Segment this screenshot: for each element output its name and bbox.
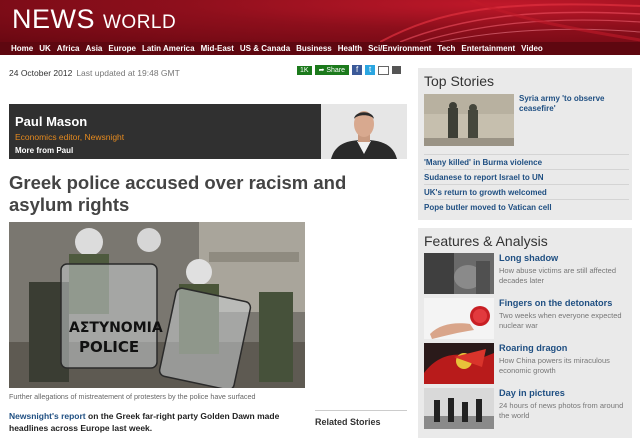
riot-shield-text-2: POLICE	[79, 338, 140, 356]
logo-section: WORLD	[103, 12, 177, 33]
author-box: Paul Mason Economics editor, Newsnight M…	[9, 104, 407, 159]
share-count: 1K	[297, 65, 312, 75]
top-stories-list: 'Many killed' in Burma violence Sudanese…	[424, 154, 629, 214]
masthead: NEWS WORLD	[0, 0, 640, 42]
features-title: Features & Analysis	[424, 233, 548, 249]
feature-desc: 24 hours of news photos from around the …	[499, 401, 624, 420]
article-date: 24 October 2012	[9, 68, 73, 78]
feature-title[interactable]: Roaring dragon	[499, 343, 567, 353]
top-story-link[interactable]: UK's return to growth welcomed	[424, 184, 629, 199]
riot-shield-text-1: ΑΣΤΥΝΟΜΙΑ	[69, 320, 163, 336]
article-main-image: ΑΣΤΥΝΟΜΙΑ POLICE	[9, 222, 305, 388]
top-story-thumbnail[interactable]	[424, 94, 514, 146]
top-story-link[interactable]: Sudanese to report Israel to UN	[424, 169, 629, 184]
feature-title[interactable]: Fingers on the detonators	[499, 298, 612, 308]
article-body-intro: Newsnight's report on the Greek far-righ…	[9, 410, 299, 434]
features-panel: Features & Analysis Long shadow How abus…	[418, 228, 632, 438]
feature-title[interactable]: Long shadow	[499, 253, 558, 263]
more-from-author-link[interactable]: More from Paul	[15, 146, 73, 155]
related-stories-heading: Related Stories	[315, 410, 407, 427]
feature-thumbnail	[424, 253, 494, 294]
feature-desc: Two weeks when everyone expected nuclear…	[499, 311, 622, 330]
nav-asia[interactable]: Asia	[85, 44, 102, 53]
nav-video[interactable]: Video	[521, 44, 543, 53]
feature-item[interactable]: Roaring dragon How China powers its mira…	[424, 343, 629, 387]
feature-desc: How China powers its miraculous economic…	[499, 356, 610, 375]
nav-us-canada[interactable]: US & Canada	[240, 44, 290, 53]
newsnight-report-link[interactable]: Newsnight's report	[9, 411, 86, 421]
nav-business[interactable]: Business	[296, 44, 332, 53]
last-updated: Last updated at 19:48 GMT	[76, 68, 180, 78]
author-role: Economics editor, Newsnight	[15, 132, 125, 142]
twitter-icon[interactable]: t	[365, 65, 376, 75]
top-story-link[interactable]: Pope butler moved to Vatican cell	[424, 199, 629, 214]
nav-entertainment[interactable]: Entertainment	[461, 44, 515, 53]
author-name[interactable]: Paul Mason	[15, 114, 87, 129]
nav-health[interactable]: Health	[338, 44, 362, 53]
image-caption: Further allegations of mistreatement of …	[9, 392, 256, 401]
facebook-icon[interactable]: f	[352, 65, 363, 75]
nav-latin-america[interactable]: Latin America	[142, 44, 195, 53]
feature-thumbnail	[424, 298, 494, 339]
email-icon[interactable]	[378, 65, 390, 75]
feature-thumbnail	[424, 343, 494, 384]
masthead-swirl-graphic	[380, 0, 640, 42]
nav-tech[interactable]: Tech	[437, 44, 455, 53]
dateline: 24 October 2012 Last updated at 19:48 GMT	[9, 68, 180, 78]
feature-item[interactable]: Fingers on the detonators Two weeks when…	[424, 298, 629, 342]
top-story-lead-link[interactable]: Syria army 'to observe ceasefire'	[519, 94, 629, 114]
share-label: Share	[326, 67, 346, 74]
section-nav: Home UK Africa Asia Europe Latin America…	[0, 42, 640, 55]
top-stories-panel: Top Stories Syria army 'to observe cease…	[418, 68, 632, 220]
logo-news: NEWS	[12, 4, 95, 34]
feature-item[interactable]: Long shadow How abuse victims are still …	[424, 253, 629, 297]
feature-title[interactable]: Day in pictures	[499, 388, 565, 398]
nav-home[interactable]: Home	[11, 44, 33, 53]
nav-europe[interactable]: Europe	[108, 44, 136, 53]
feature-thumbnail	[424, 388, 494, 429]
feature-desc: How abuse victims are still affected dec…	[499, 266, 616, 285]
article-headline: Greek police accused over racism and asy…	[9, 172, 347, 215]
nav-africa[interactable]: Africa	[57, 44, 80, 53]
feature-item[interactable]: Day in pictures 24 hours of news photos …	[424, 388, 629, 432]
site-logo[interactable]: NEWS WORLD	[12, 4, 176, 35]
print-icon[interactable]	[392, 66, 402, 74]
nav-mid-east[interactable]: Mid-East	[201, 44, 234, 53]
top-stories-title: Top Stories	[424, 73, 495, 89]
share-button[interactable]: ➦ Share	[314, 65, 350, 75]
share-tools: 1K ➦ Share f t	[297, 65, 402, 75]
nav-sci-environment[interactable]: Sci/Environment	[368, 44, 431, 53]
nav-uk[interactable]: UK	[39, 44, 51, 53]
author-photo	[321, 104, 407, 159]
top-story-link[interactable]: 'Many killed' in Burma violence	[424, 154, 629, 169]
